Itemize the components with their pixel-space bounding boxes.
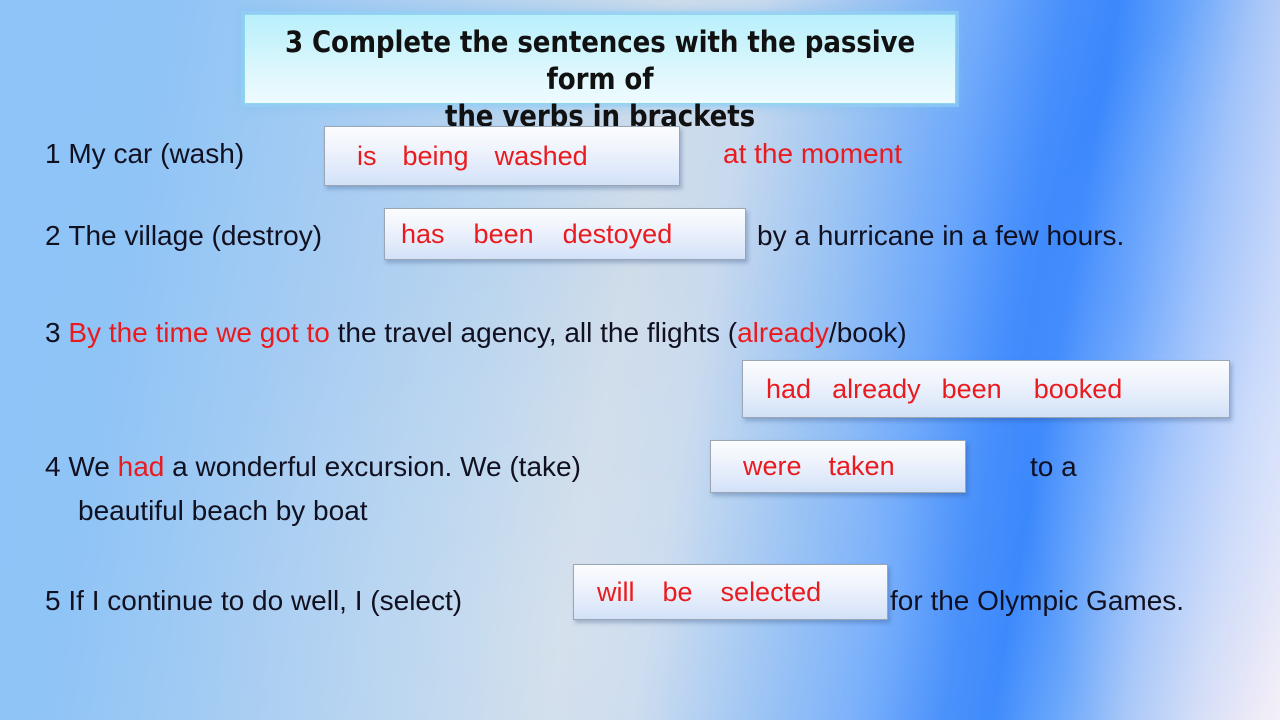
sentence-5-prompt: 5 If I continue to do well, I (select) [45, 581, 462, 621]
page-title: 3 Complete the sentences with the passiv… [284, 25, 916, 133]
sentence-4-highlight: had [117, 451, 165, 482]
answer-box-1[interactable]: is being washed [324, 126, 680, 186]
answer-word: is [357, 140, 377, 171]
sentence-4-number: 4 [45, 451, 61, 482]
answer-box-4[interactable]: were taken [710, 440, 966, 493]
answer-word: be [662, 576, 693, 607]
sentence-4-tail-line2: beautiful beach by boat [78, 495, 368, 526]
sentence-3-highlight: By the time we got to [68, 317, 330, 348]
answer-word: been [941, 373, 1002, 404]
title-box: 3 Complete the sentences with the passiv… [244, 14, 956, 133]
answer-word: were [743, 451, 802, 481]
answer-word: will [597, 576, 635, 607]
answer-word: taken [828, 451, 895, 481]
answer-word: being [402, 140, 469, 171]
answer-word: booked [1033, 373, 1123, 404]
sentence-2-number: 2 [45, 220, 61, 251]
sentence-3-prompt: 3 By the time we got to the travel agenc… [45, 313, 907, 353]
slide-canvas: 3 Complete the sentences with the passiv… [0, 0, 1280, 720]
answer-box-3[interactable]: had already been booked [742, 360, 1230, 418]
sentence-5-text: If I continue to do well, I (select) [68, 585, 463, 616]
answer-word: been [473, 218, 534, 249]
sentence-2-text: The village (destroy) [68, 220, 323, 251]
answer-word: already [832, 373, 921, 404]
answer-word: had [766, 373, 812, 404]
sentence-1-prompt: 1 My car (wash) [45, 134, 244, 174]
answer-box-2[interactable]: has been destoyed [384, 208, 746, 260]
sentence-4-tail: to a [1030, 451, 1077, 482]
sentence-4-text-a: We [68, 451, 118, 482]
sentence-2-prompt: 2 The village (destroy) [45, 216, 322, 256]
answer-word: selected [720, 576, 822, 607]
sentence-1-tail: at the moment [723, 138, 902, 169]
sentence-3-middle: the travel agency, all the flights ( [329, 317, 738, 348]
sentence-3-highlight-2: already [737, 317, 829, 348]
sentence-5-number: 5 [45, 585, 61, 616]
answer-word: destoyed [562, 218, 673, 249]
sentence-2-tail: by a hurricane in a few hours. [757, 220, 1125, 251]
answer-word: washed [494, 140, 588, 171]
sentence-1-number: 1 [45, 138, 61, 169]
sentence-3-end: /book) [828, 317, 907, 348]
sentence-5-tail: for the Olympic Games. [890, 585, 1185, 616]
answer-box-5[interactable]: will be selected [573, 564, 888, 620]
answer-word: has [401, 218, 445, 249]
sentence-1-text: My car (wash) [68, 138, 245, 169]
sentence-4-text-b: a wonderful excursion. We (take) [164, 451, 581, 482]
sentence-3-number: 3 [45, 317, 61, 348]
sentence-4-prompt: 4 We had a wonderful excursion. We (take… [45, 447, 581, 487]
